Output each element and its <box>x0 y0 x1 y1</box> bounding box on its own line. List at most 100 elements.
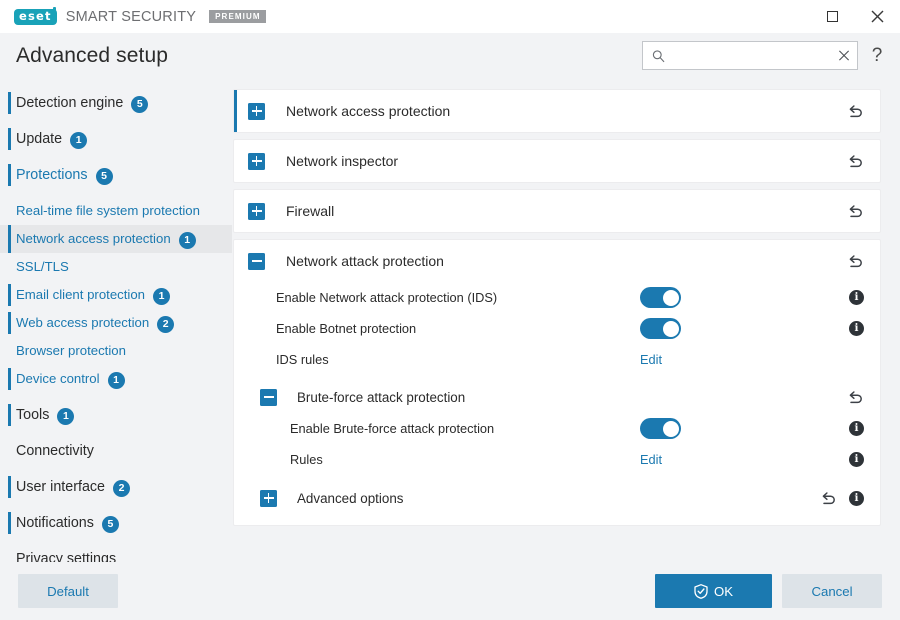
brand-area: eset SMART SECURITY PREMIUM <box>0 6 266 25</box>
info-icon[interactable]: i <box>849 490 864 506</box>
expand-plus-icon[interactable] <box>260 489 277 507</box>
sidebar-item-connectivity[interactable]: Connectivity <box>0 437 232 465</box>
info-icon[interactable]: i <box>849 421 864 436</box>
default-button[interactable]: Default <box>18 574 118 608</box>
sidebar-item-badge: 2 <box>157 315 175 333</box>
expand-plus-icon[interactable] <box>248 202 265 220</box>
sidebar-item-detection-engine[interactable]: Detection engine 5 <box>0 89 232 117</box>
revert-icon[interactable] <box>820 490 837 507</box>
sidebar-item-badge: 1 <box>70 131 88 149</box>
sidebar-item-browser-protection[interactable]: Browser protection <box>0 337 232 365</box>
toggle-switch[interactable] <box>640 287 681 308</box>
sidebar-item-labelwrap: Privacy settings <box>16 550 116 562</box>
card-firewall: Firewall <box>234 190 880 232</box>
maximize-button[interactable] <box>810 0 855 33</box>
sidebar-item-labelwrap: User interface 2 <box>16 478 130 497</box>
sidebar-item-label: Privacy settings <box>16 551 117 562</box>
row-info-slot: i <box>849 321 864 336</box>
revert-icon[interactable] <box>847 253 864 270</box>
sidebar-item-label: Web access protection <box>16 315 150 330</box>
toggle-switch[interactable] <box>640 418 681 439</box>
info-icon[interactable]: i <box>849 321 864 336</box>
sidebar-item-label: Notifications <box>16 515 94 531</box>
expand-plus-icon[interactable] <box>248 102 265 120</box>
sidebar-item-real-time-file-system-protection[interactable]: Real-time file system protection <box>0 197 232 225</box>
clear-search-icon[interactable] <box>838 49 850 62</box>
advanced-options-row[interactable]: Advanced options i <box>248 481 864 515</box>
sidebar-item-privacy-settings[interactable]: Privacy settings <box>0 545 232 562</box>
ok-button-label: OK <box>713 583 734 599</box>
card-header[interactable]: Network inspector <box>234 140 880 182</box>
card-title: Network attack protection <box>286 253 444 269</box>
sidebar-item-user-interface[interactable]: User interface 2 <box>0 473 232 501</box>
setting-row: IDS rules Edit <box>248 344 864 375</box>
toggle-knob <box>662 289 679 306</box>
sidebar-item-labelwrap: SSL/TLS <box>16 258 69 276</box>
header-actions: ? <box>642 41 886 70</box>
edit-link[interactable]: Edit <box>640 452 662 467</box>
subsection-header[interactable]: Brute-force attack protection <box>248 381 864 413</box>
sidebar-item-label: Update <box>16 131 63 147</box>
edit-link[interactable]: Edit <box>640 352 662 367</box>
setting-row: Rules Edit i <box>248 444 864 475</box>
sidebar-item-update[interactable]: Update 1 <box>0 125 232 153</box>
card-header[interactable]: Firewall <box>234 190 880 232</box>
card-header[interactable]: Network access protection <box>234 90 880 132</box>
sidebar-item-badge: 5 <box>131 95 149 113</box>
sidebar-item-web-access-protection[interactable]: Web access protection 2 <box>0 309 232 337</box>
sidebar-item-label: Browser protection <box>16 343 126 358</box>
sidebar-item-network-access-protection[interactable]: Network access protection 1 <box>0 225 232 253</box>
content-body: Detection engine 5 Update 1 Protections 5 Real… <box>0 78 900 562</box>
sidebar-item-tools[interactable]: Tools 1 <box>0 401 232 429</box>
info-icon[interactable]: i <box>849 452 864 467</box>
footer-primary-actions: OK Cancel <box>655 574 882 608</box>
sidebar-item-labelwrap: Email client protection 1 <box>16 286 171 305</box>
sidebar-item-labelwrap: Update 1 <box>16 130 88 149</box>
collapsed-cards-list: Network access protection Network inspect… <box>234 90 880 232</box>
sidebar-item-notifications[interactable]: Notifications 5 <box>0 509 232 537</box>
sidebar-item-labelwrap: Tools 1 <box>16 406 75 425</box>
subsection-rows: Enable Brute-force attack protection i Rul… <box>248 413 864 475</box>
row-info-slot: i <box>849 421 864 436</box>
help-button[interactable]: ? <box>868 45 886 67</box>
advanced-options-actions: i <box>820 490 864 507</box>
sidebar-item-label: Real-time file system protection <box>16 203 200 218</box>
maximize-icon <box>827 11 838 22</box>
revert-icon[interactable] <box>847 103 864 120</box>
shield-check-icon <box>694 583 708 599</box>
collapse-minus-icon[interactable] <box>260 388 277 406</box>
setting-label: Enable Network attack protection (IDS) <box>276 290 498 305</box>
sidebar-item-badge: 1 <box>153 287 171 305</box>
card-header-actions <box>847 153 864 170</box>
search-box[interactable] <box>642 41 858 70</box>
expand-plus-icon[interactable] <box>248 152 265 170</box>
sidebar-item-label: Email client protection <box>16 287 146 302</box>
sidebar-item-labelwrap: Device control 1 <box>16 370 125 389</box>
sidebar-item-email-client-protection[interactable]: Email client protection 1 <box>0 281 232 309</box>
sidebar-item-ssl-tls[interactable]: SSL/TLS <box>0 253 232 281</box>
ok-button[interactable]: OK <box>655 574 772 608</box>
card-header[interactable]: Network attack protection <box>234 240 880 282</box>
card-title: Firewall <box>286 203 335 219</box>
cancel-button[interactable]: Cancel <box>782 574 882 608</box>
sidebar-item-badge: 1 <box>107 371 125 389</box>
collapse-minus-icon[interactable] <box>248 252 265 270</box>
card-title: Network access protection <box>286 103 451 119</box>
row-info-slot: i <box>849 452 864 467</box>
toggle-knob <box>662 420 679 437</box>
sidebar-item-badge: 1 <box>178 231 196 249</box>
sidebar-item-device-control[interactable]: Device control 1 <box>0 365 232 393</box>
info-icon[interactable]: i <box>849 290 864 305</box>
toggle-switch[interactable] <box>640 318 681 339</box>
setting-control <box>640 418 681 439</box>
revert-icon[interactable] <box>847 153 864 170</box>
revert-icon[interactable] <box>847 203 864 220</box>
sidebar-item-labelwrap: Web access protection 2 <box>16 314 175 333</box>
revert-icon[interactable] <box>847 389 864 406</box>
setting-control <box>640 287 681 308</box>
sidebar-item-protections[interactable]: Protections 5 <box>0 161 232 189</box>
sidebar-item-labelwrap: Real-time file system protection <box>16 202 200 220</box>
card-network-access-protection: Network access protection <box>234 90 880 132</box>
search-input[interactable] <box>664 48 838 63</box>
close-button[interactable] <box>855 0 900 33</box>
